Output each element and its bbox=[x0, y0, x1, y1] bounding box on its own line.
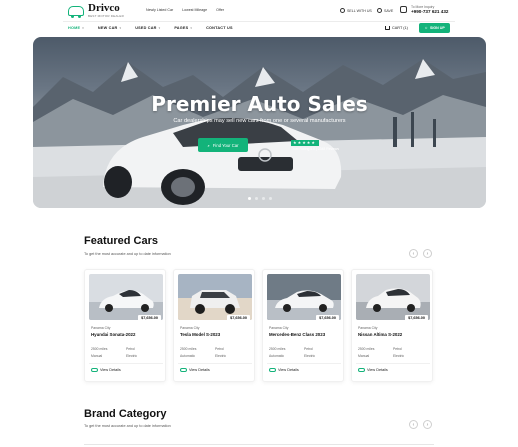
hero-banner: Premier Auto Sales Car dealerships may s… bbox=[33, 37, 486, 208]
car-model[interactable]: Hyundai Sonata-2022 bbox=[91, 332, 135, 337]
view-details-link[interactable]: View Details bbox=[180, 368, 210, 372]
featured-arrows: ‹ › bbox=[409, 249, 432, 258]
car-model[interactable]: Nissan Altima S-2022 bbox=[358, 332, 402, 337]
car-price: $7,656.00 bbox=[405, 315, 428, 321]
brand-title: Brand Category bbox=[84, 408, 167, 420]
top-link-lowest-mileage[interactable]: Lowest Mileage bbox=[182, 8, 207, 12]
user-icon: ☺ bbox=[424, 26, 428, 30]
main-nav: HOME ▾ NEW CAR ▾ USED CAR ▾ PAGES ▾ CONTACT … bbox=[68, 26, 233, 30]
brand-subtitle: To get the most accurate and up to date … bbox=[84, 424, 171, 428]
search-icon: ⌕ bbox=[207, 142, 210, 148]
car-price: $7,656.00 bbox=[138, 315, 161, 321]
car-specs: 2500 miles Petrol Manual Electric bbox=[91, 347, 138, 358]
find-your-car-button[interactable]: ⌕ Find Your Car bbox=[198, 138, 248, 152]
phone-icon bbox=[400, 6, 407, 14]
view-icon bbox=[91, 368, 98, 372]
cart-icon bbox=[385, 26, 390, 30]
trust-rating: ★ ★ ★ ★ ★ Trust Rating 5.0 | 2348 Reviews bbox=[291, 140, 339, 151]
nav-item-pages[interactable]: PAGES ▾ bbox=[174, 26, 192, 30]
car-specs: 2500 miles Petrol Manual Electric bbox=[358, 347, 405, 358]
nav-item-contact[interactable]: CONTACT US bbox=[206, 26, 233, 30]
save-link[interactable]: SAVE bbox=[377, 8, 393, 13]
sell-with-us-link[interactable]: SELL WITH US bbox=[340, 8, 372, 13]
logo-tagline: BEST MOTOR DEALER bbox=[88, 14, 124, 18]
car-card[interactable]: $7,656.00 Panama City Tesla Model S-2023… bbox=[173, 269, 255, 382]
arrow-right-icon[interactable]: › bbox=[423, 249, 432, 258]
car-price: $7,656.00 bbox=[316, 315, 339, 321]
arrow-right-icon[interactable]: › bbox=[423, 420, 432, 429]
chevron-down-icon: ▾ bbox=[82, 26, 84, 30]
nav-item-used-car[interactable]: USED CAR ▾ bbox=[135, 26, 160, 30]
rating-text: Trust Rating 5.0 | 2348 Reviews bbox=[291, 147, 340, 151]
top-links: Newly Listed Car Lowest Mileage Offer bbox=[146, 8, 224, 12]
featured-subtitle: To get the most accurate and up to date … bbox=[84, 252, 171, 256]
slider-dots bbox=[33, 197, 486, 200]
slider-dot[interactable] bbox=[268, 197, 272, 200]
car-price: $7,656.00 bbox=[227, 315, 250, 321]
dollar-icon bbox=[340, 8, 345, 13]
car-card[interactable]: $7,656.00 Panama City Mercedes-Benz Clas… bbox=[262, 269, 344, 382]
sign-up-button[interactable]: ☺ SIGN UP bbox=[419, 23, 450, 33]
view-details-link[interactable]: View Details bbox=[91, 368, 121, 372]
car-specs: 2500 miles Petrol Automatic Electric bbox=[269, 347, 316, 358]
slider-dot[interactable] bbox=[254, 197, 258, 200]
brand-arrows: ‹ › bbox=[409, 420, 432, 429]
arrow-left-icon[interactable]: ‹ bbox=[409, 420, 418, 429]
view-icon bbox=[358, 368, 365, 372]
star-icon: ★ bbox=[293, 140, 297, 145]
car-logo-icon bbox=[68, 5, 84, 18]
nav-item-home[interactable]: HOME ▾ bbox=[68, 26, 84, 30]
arrow-left-icon[interactable]: ‹ bbox=[409, 249, 418, 258]
cart-button[interactable]: CART (1) bbox=[385, 26, 408, 30]
phone-number: +990-737 621 432 bbox=[411, 9, 449, 15]
brand-divider bbox=[84, 444, 434, 445]
star-icon: ★ bbox=[302, 140, 306, 145]
rating-stars: ★ ★ ★ ★ ★ bbox=[291, 140, 319, 146]
car-model[interactable]: Tesla Model S-2023 bbox=[180, 332, 220, 337]
top-bar: Drivco BEST MOTOR DEALER Newly Listed Ca… bbox=[0, 0, 518, 22]
top-link-offer[interactable]: Offer bbox=[216, 8, 224, 12]
slider-dot[interactable] bbox=[247, 197, 251, 200]
hero-subtitle: Car dealerships may sell new cars from o… bbox=[173, 118, 346, 124]
car-model[interactable]: Mercedes-Benz Class 2023 bbox=[269, 332, 325, 337]
top-link-newly-listed[interactable]: Newly Listed Car bbox=[146, 8, 173, 12]
logo-name: Drivco bbox=[88, 2, 120, 14]
star-icon: ★ bbox=[297, 140, 302, 145]
car-location: Panama City bbox=[91, 326, 111, 330]
car-image bbox=[89, 274, 163, 320]
car-image bbox=[356, 274, 430, 320]
car-image bbox=[178, 274, 252, 320]
heart-icon bbox=[377, 8, 382, 13]
star-icon: ★ bbox=[311, 140, 315, 145]
chevron-down-icon: ▾ bbox=[190, 26, 193, 30]
view-details-link[interactable]: View Details bbox=[358, 368, 388, 372]
car-location: Panama City bbox=[180, 326, 200, 330]
hero-title: Premier Auto Sales bbox=[151, 92, 368, 116]
featured-title: Featured Cars bbox=[84, 235, 158, 247]
phone-contact[interactable]: To More Inquiry +990-737 621 432 bbox=[400, 5, 448, 15]
view-icon bbox=[269, 368, 276, 372]
car-image bbox=[267, 274, 341, 320]
car-location: Panama City bbox=[358, 326, 378, 330]
chevron-down-icon: ▾ bbox=[158, 26, 161, 30]
view-details-link[interactable]: View Details bbox=[269, 368, 299, 372]
car-specs: 2500 miles Petrol Automatic Electric bbox=[180, 347, 227, 358]
header-divider bbox=[63, 21, 455, 22]
logo[interactable]: Drivco BEST MOTOR DEALER bbox=[68, 3, 124, 18]
car-card[interactable]: $7,656.00 Panama City Nissan Altima S-20… bbox=[351, 269, 433, 382]
slider-dot[interactable] bbox=[261, 197, 265, 200]
car-location: Panama City bbox=[269, 326, 289, 330]
star-icon: ★ bbox=[306, 140, 311, 145]
car-card[interactable]: $7,656.00 Panama City Hyundai Sonata-202… bbox=[84, 269, 166, 382]
nav-item-new-car[interactable]: NEW CAR ▾ bbox=[98, 26, 121, 30]
view-icon bbox=[180, 368, 187, 372]
chevron-down-icon: ▾ bbox=[119, 26, 122, 30]
